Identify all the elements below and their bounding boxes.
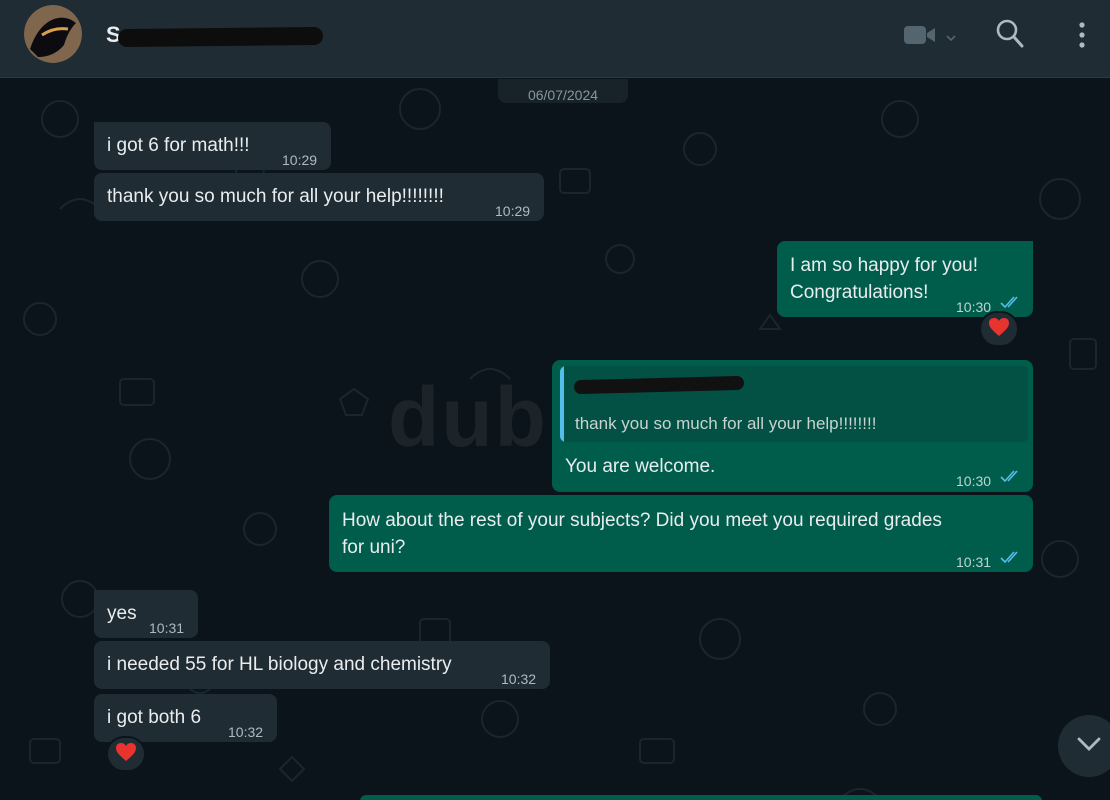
message-text: yes <box>107 603 137 624</box>
message-text-line: I am so happy for you! <box>790 255 978 276</box>
message-text: You are welcome. <box>565 456 716 477</box>
read-receipt-icon <box>1000 551 1018 564</box>
message-time: 10:31 <box>149 620 185 636</box>
chat-area[interactable]: 06/07/2024 dubizzle i got 6 for math!!! … <box>0 79 1110 800</box>
message-time: 10:30 <box>956 473 992 489</box>
message-time: 10:32 <box>501 671 537 687</box>
heart-icon <box>988 317 1010 342</box>
quoted-message[interactable]: thank you so much for all your help!!!!!… <box>560 366 1028 442</box>
message-outgoing-reply[interactable]: thank you so much for all your help!!!!!… <box>552 360 1033 492</box>
message-text: thank you so much for all your help!!!!!… <box>107 186 444 207</box>
date-separator: 06/07/2024 <box>498 79 628 103</box>
avatar[interactable] <box>24 5 82 63</box>
message-outgoing-partial <box>360 795 1042 800</box>
quote-accent-bar <box>560 366 564 442</box>
message-text-line: for uni? <box>342 537 406 558</box>
read-receipt-icon <box>1000 296 1018 309</box>
redaction-mark <box>573 375 745 395</box>
chevron-down-icon <box>1076 736 1102 757</box>
menu-icon[interactable] <box>1078 22 1086 53</box>
message-outgoing[interactable]: How about the rest of your subjects? Did… <box>329 495 1033 572</box>
message-incoming[interactable]: i got 6 for math!!! 10:29 <box>94 122 331 170</box>
message-text: i got 6 for math!!! <box>107 135 250 156</box>
chat-header: S <box>0 0 1110 78</box>
chevron-down-icon[interactable] <box>945 30 957 48</box>
message-outgoing[interactable]: I am so happy for you! Congratulations! … <box>777 241 1033 317</box>
quoted-text: thank you so much for all your help!!!!!… <box>575 414 877 433</box>
message-text: i got both 6 <box>107 707 202 728</box>
message-incoming[interactable]: i got both 6 10:32 <box>94 694 277 742</box>
message-incoming[interactable]: thank you so much for all your help!!!!!… <box>94 173 544 221</box>
reaction-badge[interactable] <box>106 736 146 772</box>
message-time: 10:31 <box>956 554 992 570</box>
search-icon[interactable] <box>996 19 1024 54</box>
message-incoming[interactable]: yes 10:31 <box>94 590 198 638</box>
redaction-mark <box>117 26 324 48</box>
message-time: 10:32 <box>228 724 264 740</box>
reaction-badge[interactable] <box>979 311 1019 347</box>
heart-icon <box>115 742 137 767</box>
message-time: 10:29 <box>495 203 531 219</box>
message-text: i needed 55 for HL biology and chemistry <box>107 654 452 675</box>
message-incoming[interactable]: i needed 55 for HL biology and chemistry… <box>94 641 550 689</box>
video-call-icon[interactable] <box>903 24 937 51</box>
message-text-line: Congratulations! <box>790 282 929 303</box>
message-text-line: How about the rest of your subjects? Did… <box>342 510 942 531</box>
read-receipt-icon <box>1000 470 1018 483</box>
message-time: 10:29 <box>282 152 318 168</box>
